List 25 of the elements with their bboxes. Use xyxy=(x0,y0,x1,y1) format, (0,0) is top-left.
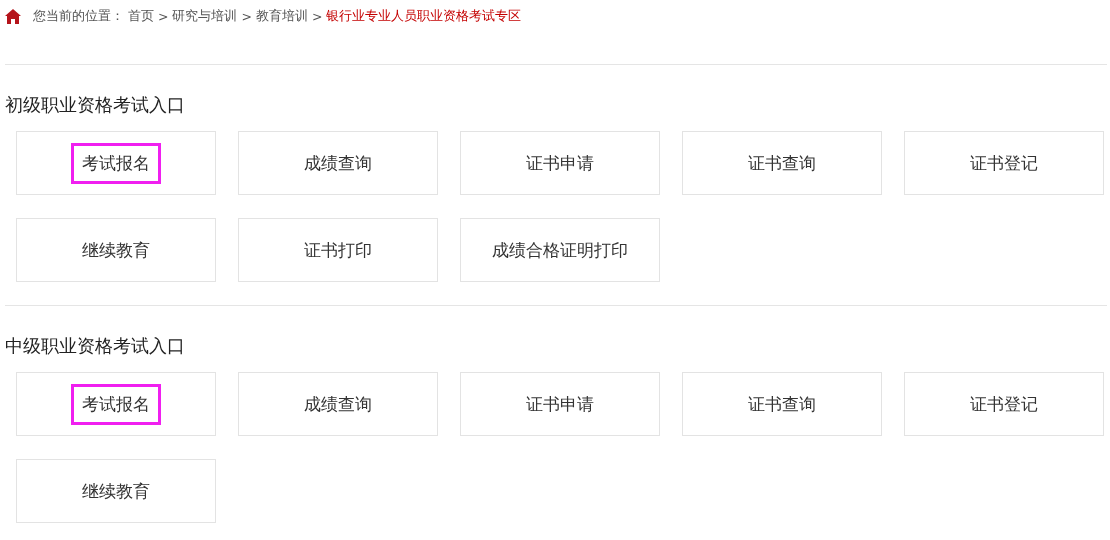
entry-button[interactable]: 考试报名 xyxy=(16,372,216,436)
breadcrumb-link[interactable]: 银行业专业人员职业资格考试专区 xyxy=(326,7,522,25)
entry-button[interactable]: 证书打印 xyxy=(238,218,438,282)
breadcrumb-link[interactable]: 研究与培训 xyxy=(172,7,238,25)
entry-button[interactable]: 成绩查询 xyxy=(238,372,438,436)
separator-text: > xyxy=(158,8,169,24)
section-title: 初级职业资格考试入口 xyxy=(5,93,186,117)
location-label: 您当前的位置： xyxy=(33,7,124,25)
separator-text: > xyxy=(311,8,323,24)
entry-button[interactable]: 继续教育 xyxy=(16,218,216,282)
separator-text: > xyxy=(241,8,252,24)
entry-button[interactable]: 证书查询 xyxy=(682,131,882,195)
entry-button[interactable]: 成绩合格证明打印 xyxy=(460,218,660,282)
entry-button[interactable]: 继续教育 xyxy=(16,459,216,523)
entry-button[interactable]: 证书登记 xyxy=(904,372,1104,436)
entry-button[interactable]: 证书申请 xyxy=(460,131,660,195)
section-title: 中级职业资格考试入口 xyxy=(5,334,186,358)
breadcrumb-link[interactable]: 首页 xyxy=(128,7,154,25)
home-icon[interactable] xyxy=(5,8,21,24)
entry-button[interactable]: 证书查询 xyxy=(682,372,882,436)
entry-button[interactable]: 证书申请 xyxy=(460,372,660,436)
entry-button[interactable]: 考试报名 xyxy=(16,131,216,195)
entry-button[interactable]: 成绩查询 xyxy=(238,131,438,195)
breadcrumb-link[interactable]: 教育培训 xyxy=(255,7,308,25)
entry-button[interactable]: 证书登记 xyxy=(904,131,1104,195)
